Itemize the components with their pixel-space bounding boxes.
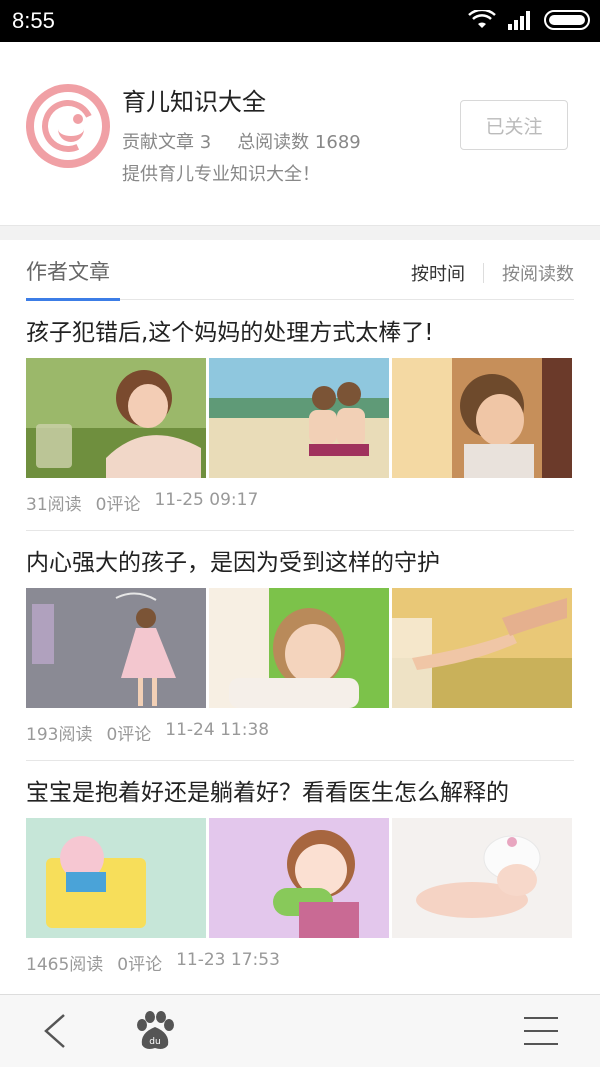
article-comments: 0评论 — [106, 725, 152, 745]
article-thumbnail[interactable] — [26, 818, 206, 938]
article-thumbnail[interactable] — [392, 588, 572, 708]
author-profile: 育儿知识大全 贡献文章 3 总阅读数 1689 提供育儿专业知识大全！ 已关注 — [0, 42, 600, 226]
article-time: 11-23 17:53 — [176, 950, 280, 970]
article-reads: 1465阅读 — [26, 955, 104, 975]
article-thumbnail[interactable] — [209, 588, 389, 708]
signal-icon — [508, 11, 530, 30]
article-list-panel: 作者文章 按时间 按阅读数 孩子犯错后,这个妈妈的处理方式太棒了! 31阅读 0… — [0, 240, 600, 994]
status-time: 8:55 — [12, 8, 55, 33]
article-title[interactable]: 孩子犯错后,这个妈妈的处理方式太棒了! — [26, 316, 574, 350]
svg-text:du: du — [149, 1037, 160, 1047]
articles-count: 贡献文章 3 — [122, 132, 212, 153]
divider — [26, 530, 574, 531]
article-item[interactable]: 宝宝是抱着好还是躺着好？看看医生怎么解释的 1465阅读 0评论 11-23 1… — [26, 776, 574, 975]
bottom-nav-bar: du — [0, 994, 600, 1067]
back-arrow-icon[interactable] — [40, 1013, 70, 1049]
article-time: 11-24 11:38 — [165, 720, 270, 740]
status-bar: 8:55 — [0, 0, 600, 42]
article-meta: 193阅读 0评论 11-24 11:38 — [26, 720, 574, 745]
baidu-paw-icon[interactable]: du — [134, 1011, 176, 1051]
article-thumbnail[interactable] — [392, 818, 572, 938]
avatar — [26, 84, 110, 168]
author-description: 提供育儿专业知识大全！ — [122, 164, 320, 185]
article-title[interactable]: 宝宝是抱着好还是躺着好？看看医生怎么解释的 — [26, 776, 574, 810]
article-item[interactable]: 孩子犯错后,这个妈妈的处理方式太棒了! 31阅读 0评论 11-25 09:17 — [26, 316, 574, 515]
reads-count: 总阅读数 1689 — [237, 132, 361, 153]
tab-active-indicator — [26, 298, 120, 301]
article-reads: 31阅读 — [26, 495, 82, 515]
article-thumbnail[interactable] — [392, 358, 572, 478]
sort-divider — [483, 263, 484, 283]
article-thumbnail[interactable] — [26, 358, 206, 478]
wifi-icon — [468, 10, 496, 28]
article-comments: 0评论 — [95, 495, 141, 515]
article-meta: 1465阅读 0评论 11-23 17:53 — [26, 950, 574, 975]
tab-author-articles[interactable]: 作者文章 — [26, 256, 110, 286]
author-stats: 贡献文章 3 总阅读数 1689 — [122, 128, 361, 154]
article-meta: 31阅读 0评论 11-25 09:17 — [26, 490, 574, 515]
article-thumbnail[interactable] — [209, 818, 389, 938]
article-item[interactable]: 内心强大的孩子，是因为受到这样的守护 193阅读 0评论 11-24 11:38 — [26, 546, 574, 745]
article-time: 11-25 09:17 — [154, 490, 259, 510]
article-tabs: 作者文章 按时间 按阅读数 — [26, 240, 574, 301]
article-reads: 193阅读 — [26, 725, 93, 745]
author-name: 育儿知识大全 — [122, 88, 266, 116]
follow-button[interactable]: 已关注 — [460, 100, 568, 150]
article-images — [26, 818, 574, 938]
battery-icon — [544, 10, 590, 30]
divider — [26, 760, 574, 761]
article-comments: 0评论 — [117, 955, 163, 975]
article-thumbnail[interactable] — [209, 358, 389, 478]
article-thumbnail[interactable] — [26, 588, 206, 708]
menu-icon[interactable] — [524, 1017, 558, 1045]
article-images — [26, 358, 574, 478]
sort-options: 按时间 按阅读数 — [411, 260, 574, 286]
article-images — [26, 588, 574, 708]
sort-by-time[interactable]: 按时间 — [411, 260, 465, 286]
article-title[interactable]: 内心强大的孩子，是因为受到这样的守护 — [26, 546, 574, 580]
sort-by-reads[interactable]: 按阅读数 — [502, 260, 574, 286]
status-icons — [468, 10, 590, 30]
